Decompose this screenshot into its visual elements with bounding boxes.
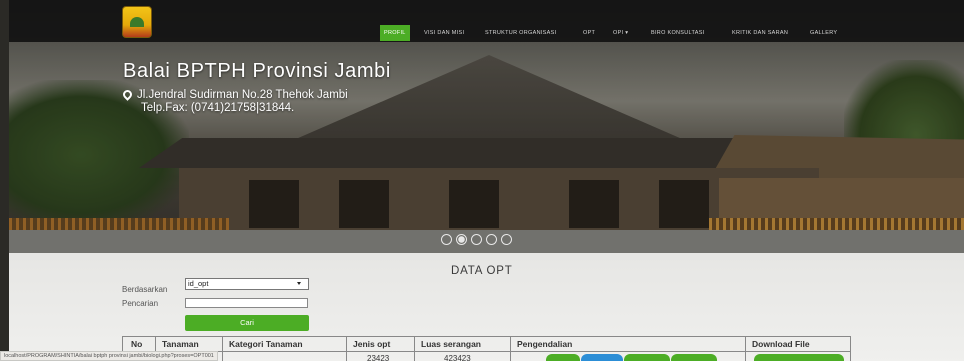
carousel-indicators <box>441 234 512 246</box>
search-button[interactable]: Cari <box>185 315 309 331</box>
column-header-jenis-opt: Jenis opt <box>353 339 391 349</box>
hero-address: Jl.Jendral Sudirman No.28 Thehok Jambi T… <box>121 88 348 115</box>
nav-item-kritik-saran[interactable]: KRITIK DAN SARAN <box>732 25 788 41</box>
nav-item-opt[interactable]: OPT <box>583 25 595 41</box>
carousel-dot-4[interactable] <box>486 234 497 245</box>
carousel-dot-1[interactable] <box>441 234 452 245</box>
location-pin-icon <box>121 88 134 101</box>
section-title: DATA OPT <box>451 265 513 277</box>
cell-jenis-opt: 23423 <box>367 354 390 361</box>
nav-item-profil[interactable]: PROFIL <box>380 25 410 41</box>
province-logo-icon[interactable] <box>122 6 152 38</box>
carousel-dot-5[interactable] <box>501 234 512 245</box>
chevron-down-icon <box>297 282 301 285</box>
pengendalian-button[interactable] <box>546 354 580 361</box>
nav-item-visi-misi[interactable]: VISI DAN MISI <box>424 25 464 41</box>
hero-title: Balai BPTPH Provinsi Jambi <box>123 60 391 82</box>
nav-item-gallery[interactable]: GALLERY <box>810 25 837 41</box>
filter-label: Berdasarkan <box>122 285 168 294</box>
download-file-button[interactable] <box>754 354 844 361</box>
pengendalian-button[interactable] <box>624 354 670 361</box>
column-header-luas-serangan: Luas serangan <box>421 339 481 349</box>
cell-luas-serangan: 423423 <box>444 354 471 361</box>
column-header-kategori: Kategori Tanaman <box>229 339 303 349</box>
address-line-1: Jl.Jendral Sudirman No.28 Thehok Jambi <box>137 89 348 101</box>
pengendalian-button[interactable] <box>671 354 717 361</box>
nav-item-biro-konsultasi[interactable]: BIRO KONSULTASI <box>651 25 705 41</box>
address-line-2: Telp.Fax: (0741)21758|31844. <box>141 102 295 114</box>
filter-select[interactable]: id_opt <box>185 278 309 290</box>
search-input[interactable] <box>185 298 308 308</box>
column-header-download: Download File <box>752 339 810 349</box>
browser-status-url: localhost/PROGRAM/SHINTIA/balai bptph pr… <box>0 351 218 361</box>
nav-item-opi-dropdown[interactable]: OPI ▾ <box>613 25 628 41</box>
carousel-dot-2[interactable] <box>456 234 467 245</box>
pengendalian-button[interactable] <box>581 354 623 361</box>
column-header-pengendalian: Pengendalian <box>517 339 573 349</box>
filter-select-value: id_opt <box>188 279 209 288</box>
carousel-dot-3[interactable] <box>471 234 482 245</box>
search-label: Pencarian <box>122 299 159 308</box>
nav-item-struktur-organisasi[interactable]: STRUKTUR ORGANISASI <box>485 25 556 41</box>
